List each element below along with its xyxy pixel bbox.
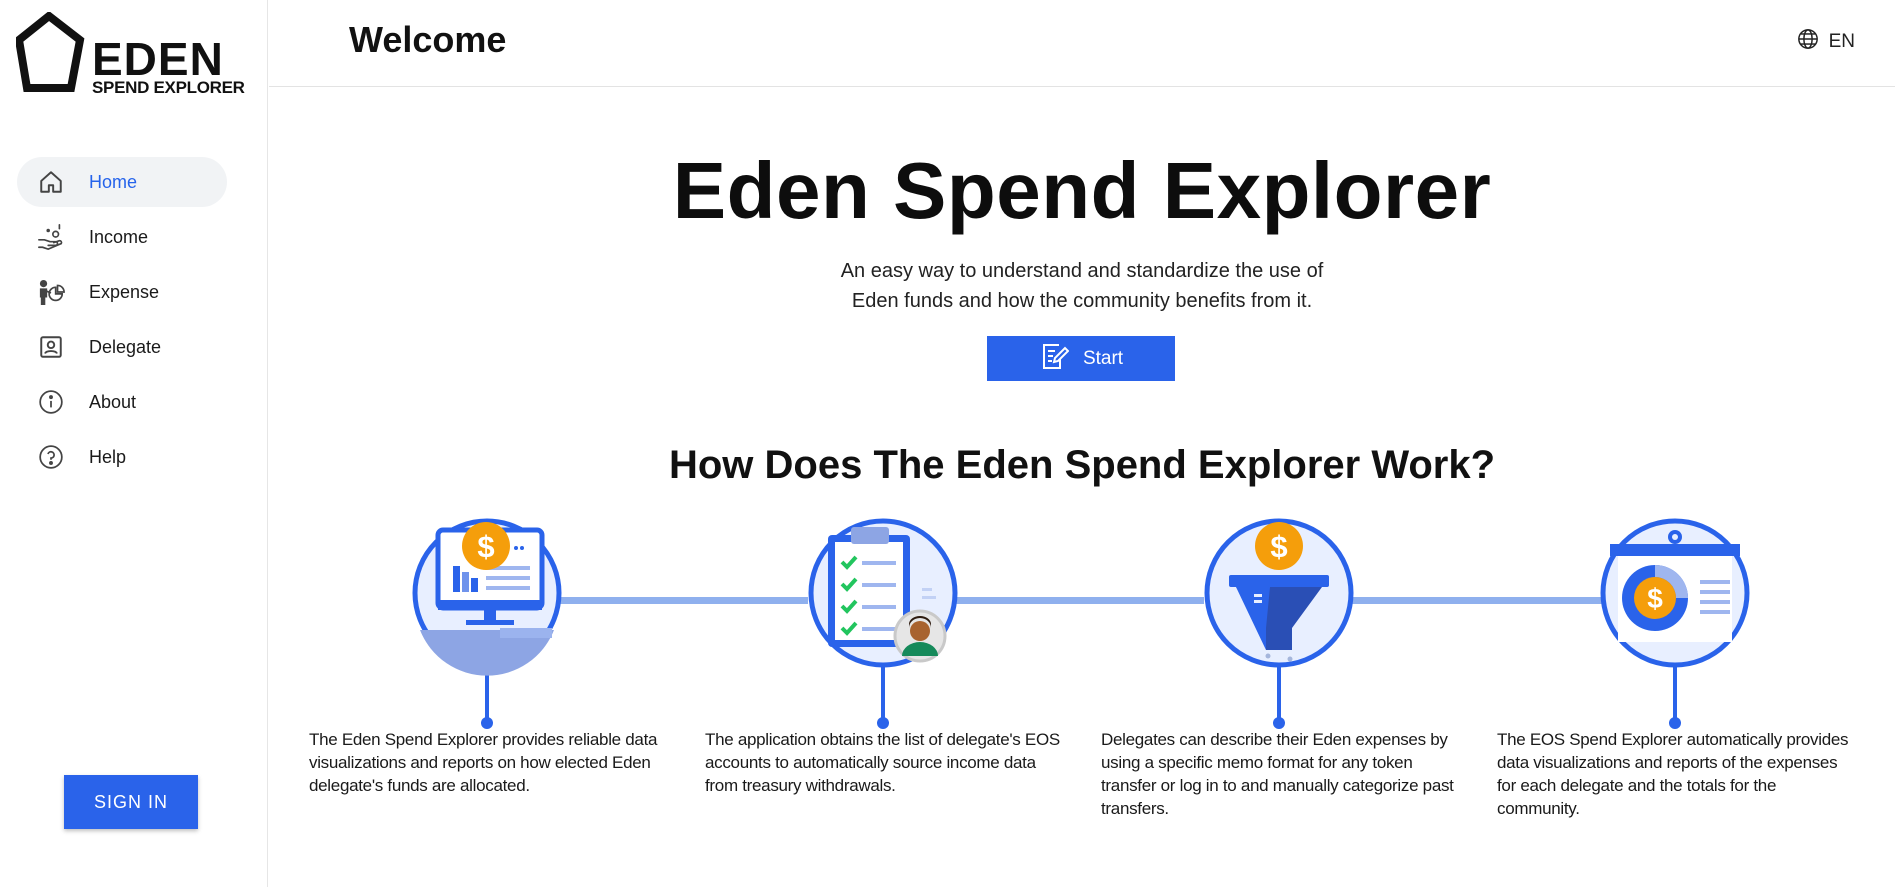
page-title: Welcome (349, 19, 507, 60)
expense-icon (37, 278, 65, 306)
logo-subtitle: SPEND EXPLORER (92, 78, 245, 97)
pentagon-logo-icon (16, 12, 85, 92)
sidebar-item-label: Income (89, 226, 149, 247)
step-description: Delegates can describe their Eden expens… (1101, 730, 1454, 818)
sidebar-item-label: Delegate (89, 336, 162, 357)
start-button[interactable]: Start (987, 336, 1175, 381)
timeline-connectors (560, 597, 1602, 604)
how-it-works-title: How Does The Eden Spend Explorer Work? (668, 443, 1496, 487)
sidebar-item-income[interactable]: Income (17, 212, 227, 262)
sign-in-button[interactable]: SIGN IN (64, 775, 198, 829)
funnel-icon: $ (1204, 518, 1354, 729)
sidebar-item-help[interactable]: Help (17, 432, 227, 482)
logo-wordmark: EDEN (92, 33, 224, 85)
sidebar-item-home[interactable]: Home (17, 157, 227, 207)
step-description: The Eden Spend Explorer provides reliabl… (309, 730, 658, 795)
sidebar: EDEN SPEND EXPLORER Home Income Expense (0, 0, 268, 887)
sidebar-item-label: Help (89, 446, 127, 467)
income-icon (37, 223, 65, 251)
hero-subtitle-line: An easy way to understand and standardiz… (840, 260, 1324, 282)
svg-text:$: $ (1647, 583, 1663, 614)
edit-document-icon (1039, 341, 1070, 377)
home-icon (37, 168, 65, 196)
language-label: EN (1828, 31, 1855, 52)
data-dashboard-icon: $ (412, 518, 562, 729)
step-description: The EOS Spend Explorer automatically pro… (1497, 730, 1849, 818)
help-icon (37, 443, 65, 471)
sidebar-item-label: Home (89, 171, 138, 192)
hero-subtitle-line: Eden funds and how the community benefit… (851, 290, 1313, 312)
hero-title: Eden Spend Explorer (672, 146, 1492, 235)
globe-icon (1797, 28, 1819, 56)
sidebar-nav: Home Income Expense Delegate About Help (17, 157, 227, 487)
svg-text:$: $ (477, 529, 494, 564)
sidebar-item-about[interactable]: About (17, 377, 227, 427)
svg-text:$: $ (1270, 529, 1287, 564)
sidebar-item-label: About (89, 391, 137, 412)
eden-logo[interactable]: EDEN SPEND EXPLORER (16, 12, 246, 97)
language-selector[interactable]: EN (1797, 28, 1855, 56)
checklist-icon (808, 518, 958, 729)
sidebar-item-label: Expense (89, 281, 160, 302)
sidebar-item-delegate[interactable]: Delegate (17, 322, 227, 372)
report-icon: $ (1600, 518, 1750, 729)
hero-subtitle: An easy way to understand and standardiz… (269, 256, 1895, 316)
info-icon (37, 388, 65, 416)
sidebar-item-expense[interactable]: Expense (17, 267, 227, 317)
top-bar: Welcome EN (269, 0, 1895, 87)
delegate-icon (37, 333, 65, 361)
start-button-label: Start (1082, 347, 1124, 369)
step-description: The application obtains the list of dele… (705, 730, 1060, 795)
